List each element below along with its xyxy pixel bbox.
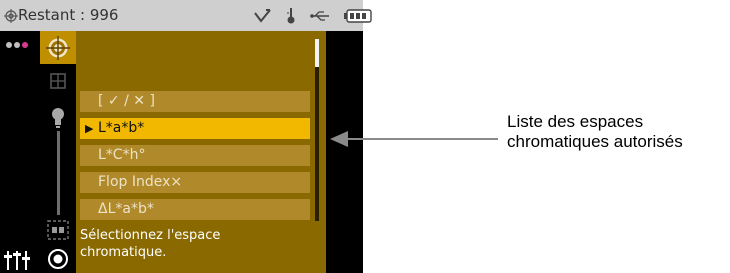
callout-line-1: Liste des espaces — [507, 112, 644, 131]
callout-line-2: chromatiques autorisés — [507, 132, 683, 151]
callout-label: Liste des espaces chromatiques autorisés — [507, 112, 683, 152]
